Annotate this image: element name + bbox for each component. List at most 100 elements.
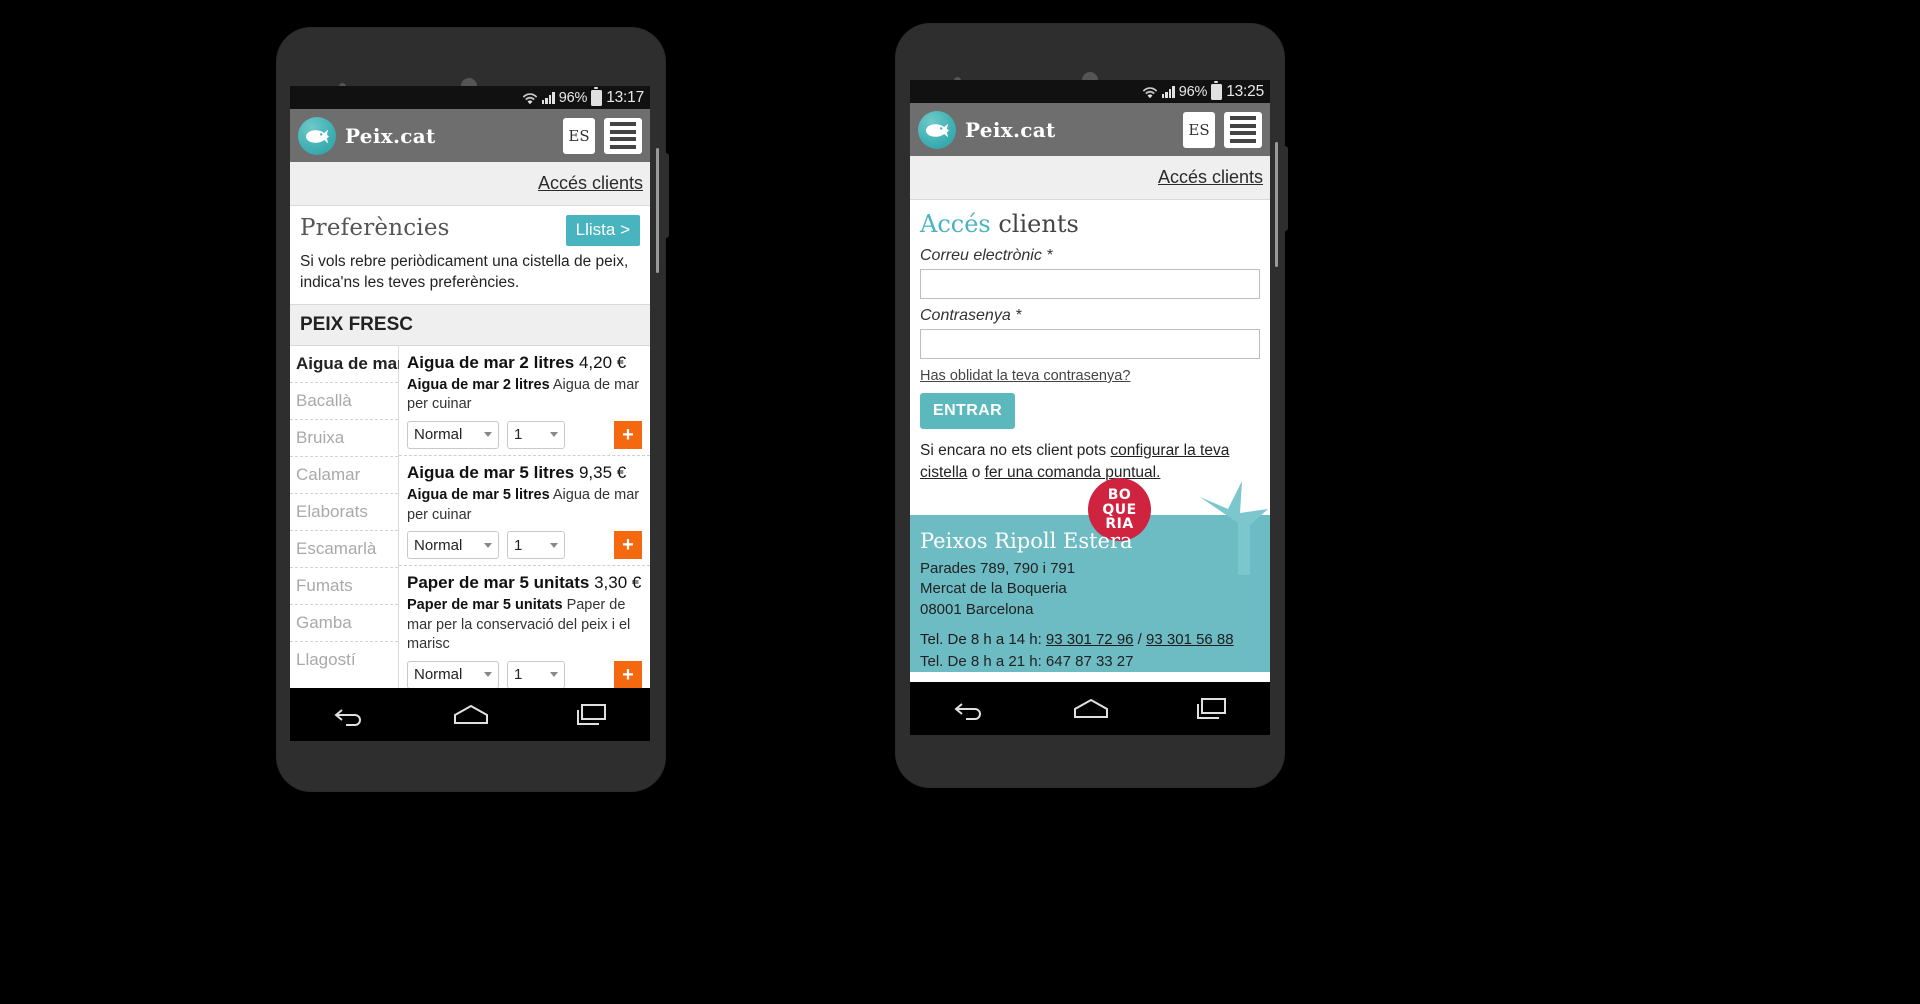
product-controls: Normal 1 + (407, 531, 642, 560)
brand-title: Peix.cat (965, 117, 1056, 142)
password-field[interactable] (920, 329, 1260, 359)
sidebar-item-escamarla[interactable]: Escamarlà (290, 531, 398, 568)
left-acces-bar: Accés clients (290, 162, 650, 206)
product-description: Aigua de mar 2 litres Aigua de mar per c… (407, 376, 642, 415)
signup-prefix: Si encara no ets client pots (920, 442, 1111, 459)
sidebar-item-fumats[interactable]: Fumats (290, 568, 398, 605)
home-icon[interactable] (1072, 697, 1110, 721)
product-description: Aigua de mar 5 litres Aigua de mar per c… (407, 486, 642, 525)
clock-label: 13:17 (606, 88, 644, 106)
chevron-down-icon (484, 672, 492, 678)
phone-link-2[interactable]: 93 301 56 88 (1146, 631, 1234, 648)
sidebar-item-elaborats[interactable]: Elaborats (290, 494, 398, 531)
chevron-down-icon (550, 432, 558, 438)
hamburger-menu-icon[interactable] (1224, 111, 1262, 148)
cut-type-select[interactable]: Normal (407, 660, 499, 689)
right-phone-screen: 96% 13:25 Peix.cat ES Accés clients Accé… (910, 80, 1270, 708)
login-title: Accés clients (920, 210, 1260, 238)
acces-clients-link[interactable]: Accés clients (1158, 167, 1263, 188)
hamburger-menu-icon[interactable] (604, 117, 642, 154)
acces-clients-link[interactable]: Accés clients (538, 173, 643, 194)
shop-address-line-2: Mercat de la Boqueria (920, 580, 1067, 598)
left-phone-screen: 96% 13:17 Peix.cat ES Accés clients Pref… (290, 86, 650, 714)
right-android-nav-bar (910, 682, 1270, 735)
right-phone-scrollbar[interactable] (1275, 142, 1278, 267)
cut-type-select[interactable]: Normal (407, 420, 499, 449)
site-footer: BO QUE RIA Peixos Ripoll Estera Parades … (910, 478, 1270, 672)
right-acces-bar: Accés clients (910, 156, 1270, 200)
shop-name: Peixos Ripoll Estera (920, 529, 1133, 554)
language-button[interactable]: ES (563, 117, 595, 154)
quantity-value: 1 (514, 666, 523, 684)
back-arrow-icon[interactable] (333, 704, 367, 726)
preferences-block: Preferències Llista > Si vols rebre peri… (290, 206, 650, 304)
right-status-bar: 96% 13:25 (910, 80, 1270, 103)
sidebar-item-llagosti[interactable]: Llagostí (290, 642, 398, 678)
preferences-description: Si vols rebre periòdicament una cistella… (300, 253, 629, 291)
sidebar-item-gamba[interactable]: Gamba (290, 605, 398, 642)
chevron-down-icon (484, 432, 492, 438)
phone-link-1[interactable]: 93 301 72 96 (1046, 631, 1134, 648)
chevron-down-icon (484, 542, 492, 548)
email-field[interactable] (920, 269, 1260, 299)
signup-middle: o (967, 463, 985, 481)
phone-label-1: Tel. De 8 h a 14 h: (920, 630, 1046, 648)
fish-logo-icon[interactable] (298, 116, 336, 155)
back-arrow-icon[interactable] (953, 698, 987, 720)
sidebar-item-calamar[interactable]: Calamar (290, 457, 398, 494)
product-name: Aigua de mar 5 litres (407, 462, 575, 482)
product-price: 9,35 € (578, 462, 627, 482)
phone-separator: / (1133, 630, 1147, 648)
battery-icon (1211, 81, 1223, 100)
forgot-password-link[interactable]: Has oblidat la teva contrasenya? (920, 368, 1130, 384)
brand-title: Peix.cat (345, 123, 436, 148)
quantity-select[interactable]: 1 (507, 420, 565, 449)
add-to-cart-button[interactable]: + (614, 420, 642, 449)
fish-logo-icon[interactable] (918, 110, 956, 149)
catalog-area: Aigua de mar Bacallà Bruixa Calamar Elab… (290, 345, 650, 695)
llista-button[interactable]: Llista > (565, 215, 640, 246)
sidebar-item-bacalla[interactable]: Bacallà (290, 383, 398, 420)
left-android-nav-bar (290, 688, 650, 741)
language-button[interactable]: ES (1183, 111, 1215, 148)
product-name: Paper de mar 5 unitats (407, 573, 590, 593)
add-to-cart-button[interactable]: + (614, 660, 642, 689)
battery-percent-label: 96% (1178, 83, 1208, 100)
battery-icon (591, 87, 603, 106)
quantity-select[interactable]: 1 (507, 531, 565, 560)
product-description: Paper de mar 5 unitats Paper de mar per … (407, 596, 642, 655)
shop-address-line-3: 08001 Barcelona (920, 600, 1034, 618)
right-site-header: Peix.cat ES (910, 103, 1270, 156)
add-to-cart-button[interactable]: + (614, 531, 642, 560)
recent-apps-icon[interactable] (575, 703, 607, 727)
signup-text: Si encara no ets client pots configurar … (920, 440, 1260, 483)
signal-bars-icon (1161, 85, 1175, 98)
sidebar-item-aigua-de-mar[interactable]: Aigua de mar (290, 346, 404, 383)
cut-type-value: Normal (414, 426, 463, 444)
page-title: Preferències (300, 215, 450, 241)
home-icon[interactable] (452, 703, 490, 727)
product-row: Paper de mar 5 unitats 3,30 € Paper de m… (399, 566, 650, 695)
clock-label: 13:25 (1226, 82, 1264, 100)
product-list: Aigua de mar 2 litres 4,20 € Aigua de ma… (399, 345, 650, 695)
sidebar-item-bruixa[interactable]: Bruixa (290, 420, 398, 457)
one-off-order-link[interactable]: fer una comanda puntual. (985, 464, 1161, 481)
product-description-bold: Aigua de mar 5 litres (407, 486, 550, 503)
cut-type-select[interactable]: Normal (407, 531, 499, 560)
quantity-value: 1 (514, 536, 523, 554)
quantity-select[interactable]: 1 (507, 660, 565, 689)
product-description-bold: Aigua de mar 2 litres (407, 376, 550, 393)
boqueria-line-1: BO (1107, 487, 1132, 504)
login-submit-button[interactable]: ENTRAR (920, 393, 1016, 429)
chevron-down-icon (550, 542, 558, 548)
email-label: Correu electrònic * (920, 247, 1053, 264)
product-title: Aigua de mar 5 litres 9,35 € (407, 463, 642, 483)
login-form: Accés clients Correu electrònic * Contra… (910, 200, 1270, 490)
login-title-rest: clients (990, 210, 1079, 238)
chevron-down-icon (550, 672, 558, 678)
login-title-accent: Accés (920, 210, 991, 238)
left-phone-scrollbar[interactable] (656, 148, 659, 273)
product-price: 3,30 € (594, 573, 642, 593)
shop-phone-row-2: Tel. De 8 h a 21 h: 647 87 33 27 (920, 652, 1134, 670)
recent-apps-icon[interactable] (1195, 697, 1227, 721)
